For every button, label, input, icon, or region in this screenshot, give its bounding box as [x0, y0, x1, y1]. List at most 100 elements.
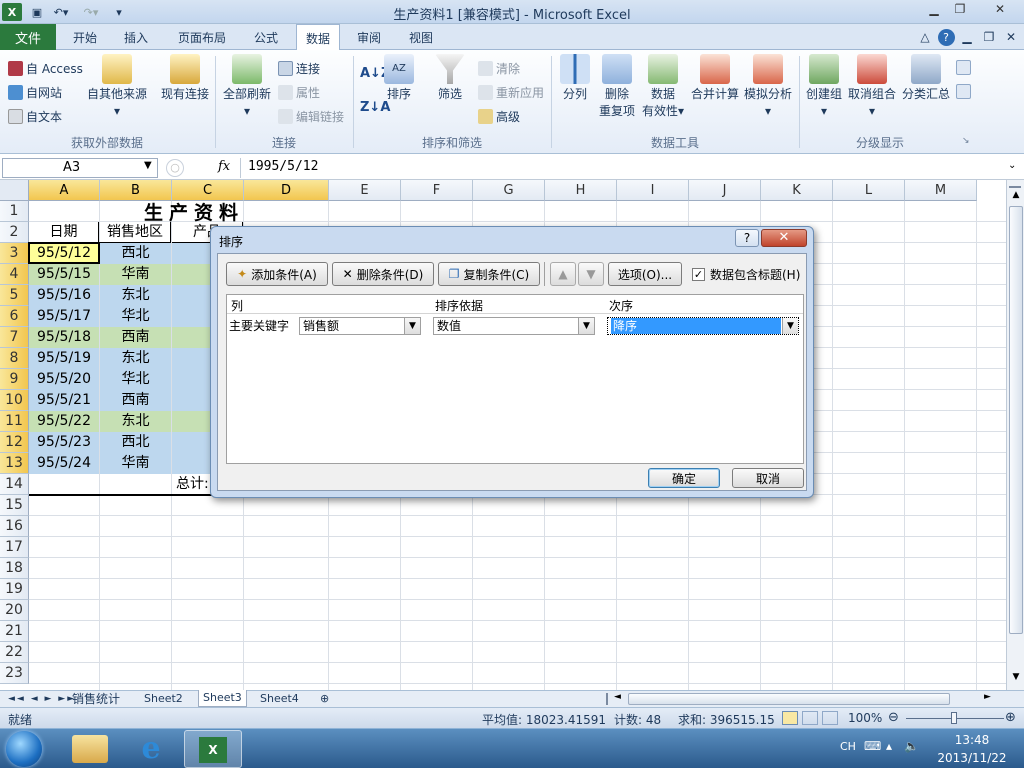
region-cell[interactable]: 华北 [100, 369, 171, 390]
horizontal-scroll-thumb[interactable] [628, 693, 950, 705]
region-cell[interactable]: 华南 [100, 453, 171, 474]
keyboard-icon[interactable]: ⌨ [864, 739, 881, 753]
column-header-h[interactable]: H [545, 180, 617, 201]
row-header-17[interactable]: 17 [0, 537, 29, 558]
chevron-down-icon[interactable]: ▼ [782, 318, 798, 334]
date-cell[interactable]: 95/5/21 [29, 390, 99, 411]
row-header-21[interactable]: 21 [0, 621, 29, 642]
insert-function-icon[interactable]: fx [218, 159, 230, 174]
row-header-7[interactable]: 7 [0, 327, 29, 348]
region-cell[interactable]: 华南 [100, 264, 171, 285]
minimize-ribbon-icon[interactable]: △ [918, 24, 932, 50]
hide-detail-icon[interactable] [956, 84, 971, 99]
name-box-dropdown-icon[interactable]: ▼ [144, 160, 152, 171]
row-header-4[interactable]: 4 [0, 264, 29, 285]
normal-view-icon[interactable] [782, 711, 798, 725]
tab-data[interactable]: 数据 [296, 24, 340, 51]
row-header-2[interactable]: 2 [0, 222, 29, 243]
region-cell[interactable]: 华北 [100, 306, 171, 327]
zoom-in-icon[interactable]: ⊕ [1005, 710, 1016, 725]
cancel-button[interactable]: 取消 [732, 468, 804, 488]
row-header-19[interactable]: 19 [0, 579, 29, 600]
row-header-13[interactable]: 13 [0, 453, 29, 474]
column-header-l[interactable]: L [833, 180, 905, 201]
close-icon[interactable]: ✕ [980, 0, 1020, 18]
header-cell[interactable]: 日期 [29, 222, 99, 243]
page-layout-view-icon[interactable] [802, 711, 818, 725]
row-header-9[interactable]: 9 [0, 369, 29, 390]
date-cell[interactable]: 95/5/12 [29, 243, 99, 264]
row-header-6[interactable]: 6 [0, 306, 29, 327]
header-cell[interactable]: 销售地区 [100, 222, 171, 243]
sheet-tab-3[interactable]: Sheet3 [198, 690, 247, 707]
page-break-view-icon[interactable] [822, 711, 838, 725]
column-header-i[interactable]: I [617, 180, 689, 201]
row-header-3[interactable]: 3 [0, 243, 29, 264]
has-headers-checkbox[interactable]: ✓ 数据包含标题(H) [692, 266, 800, 283]
chevron-down-icon[interactable]: ▼ [404, 318, 420, 334]
internet-explorer-icon[interactable]: e [134, 733, 168, 765]
options-button[interactable]: 选项(O)... [608, 262, 682, 286]
insert-sheet-icon[interactable]: ⊕ [316, 691, 333, 707]
existing-connections-button[interactable]: 现有连接 [158, 54, 212, 103]
data-validation-button[interactable]: 数据 有效性▾ [640, 54, 686, 120]
zoom-level[interactable]: 100% [848, 711, 882, 725]
copy-level-button[interactable]: ❐ 复制条件(C) [438, 262, 540, 286]
add-level-button[interactable]: ✦ 添加条件(A) [226, 262, 328, 286]
connections-button[interactable]: 连接 [278, 60, 320, 77]
excel-taskbar-button[interactable]: X [184, 730, 242, 768]
date-cell[interactable]: 95/5/22 [29, 411, 99, 432]
date-cell[interactable]: 95/5/24 [29, 453, 99, 474]
row-header-15[interactable]: 15 [0, 495, 29, 516]
remove-duplicates-button[interactable]: 删除 重复项 [596, 54, 638, 120]
date-cell[interactable]: 95/5/17 [29, 306, 99, 327]
chevron-down-icon[interactable]: ▼ [578, 318, 594, 334]
move-down-icon[interactable]: ▼ [578, 262, 604, 286]
row-header-10[interactable]: 10 [0, 390, 29, 411]
advanced-filter-button[interactable]: 高级 [478, 108, 520, 125]
workbook-close-icon[interactable]: ✕ [1004, 24, 1018, 50]
sort-on-select[interactable]: 数值 ▼ [433, 317, 595, 335]
region-cell[interactable]: 东北 [100, 285, 171, 306]
column-header-b[interactable]: B [100, 180, 172, 201]
region-cell[interactable]: 东北 [100, 348, 171, 369]
dialog-launcher-icon[interactable]: ↘ [962, 136, 970, 146]
date-cell[interactable]: 95/5/16 [29, 285, 99, 306]
vertical-scrollbar[interactable]: ▲ ▼ [1006, 180, 1024, 690]
tab-review[interactable]: 审阅 [348, 24, 390, 50]
column-header-g[interactable]: G [473, 180, 545, 201]
other-sources-button[interactable]: 自其他来源 ▾ [86, 54, 148, 120]
sort-column-select[interactable]: 销售额 ▼ [299, 317, 421, 335]
subtotal-button[interactable]: 分类汇总 [900, 54, 952, 103]
row-header-8[interactable]: 8 [0, 348, 29, 369]
checkbox-checked-icon[interactable]: ✓ [692, 268, 705, 281]
date-cell[interactable]: 95/5/20 [29, 369, 99, 390]
explorer-icon[interactable] [72, 735, 108, 763]
sheet-tab-1[interactable]: 销售统计 [68, 691, 124, 707]
tab-file[interactable]: 文件 [0, 24, 56, 50]
formula-input[interactable]: 1995/5/12 [248, 158, 1008, 178]
formula-bar-resize-icon[interactable]: ○ [166, 159, 184, 177]
move-up-icon[interactable]: ▲ [550, 262, 576, 286]
row-header-11[interactable]: 11 [0, 411, 29, 432]
region-cell[interactable]: 西南 [100, 327, 171, 348]
row-header-1[interactable]: 1 [0, 201, 29, 222]
column-header-f[interactable]: F [401, 180, 473, 201]
region-cell[interactable]: 西北 [100, 432, 171, 453]
dialog-help-icon[interactable]: ? [735, 229, 759, 247]
column-header-a[interactable]: A [29, 180, 100, 201]
volume-icon[interactable]: 🔈 [904, 739, 919, 753]
tab-home[interactable]: 开始 [62, 24, 108, 50]
text-to-columns-button[interactable]: 分列 [556, 54, 594, 103]
filter-button[interactable]: 筛选 [430, 54, 470, 103]
zoom-out-icon[interactable]: ⊖ [888, 710, 899, 725]
row-header-14[interactable]: 14 [0, 474, 29, 495]
from-web-button[interactable]: 自网站 [8, 84, 62, 101]
column-header-k[interactable]: K [761, 180, 833, 201]
ok-button[interactable]: 确定 [648, 468, 720, 488]
scroll-right-icon[interactable]: ► [984, 692, 991, 702]
scroll-left-icon[interactable]: ◄ [614, 692, 621, 702]
region-cell[interactable]: 西北 [100, 243, 171, 264]
scroll-down-icon[interactable]: ▼ [1009, 672, 1023, 686]
date-cell[interactable]: 95/5/15 [29, 264, 99, 285]
